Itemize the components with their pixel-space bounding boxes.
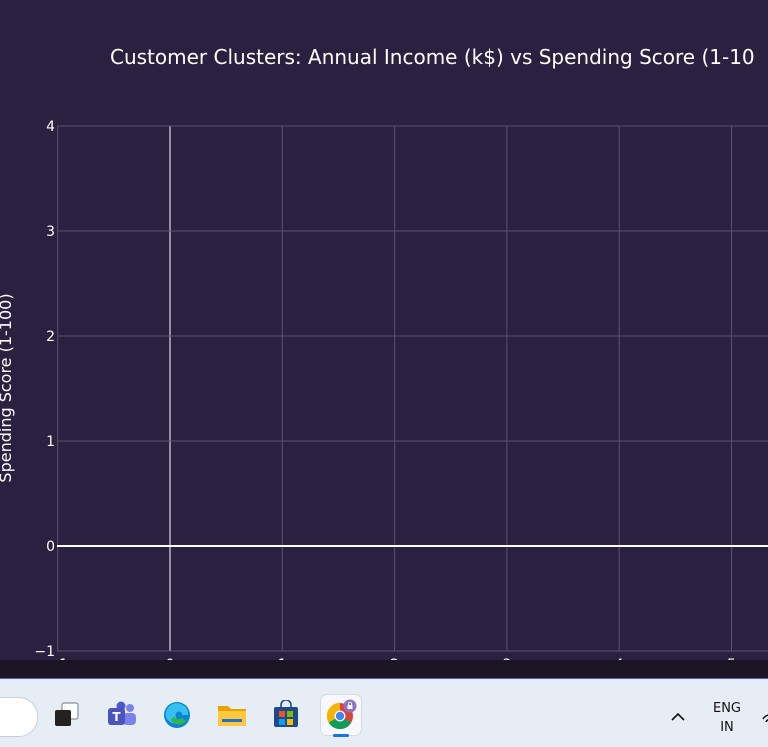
y-tick-labels: 43210−1 bbox=[34, 119, 55, 660]
search-box[interactable] bbox=[0, 697, 38, 737]
language-label: ENG bbox=[712, 701, 741, 716]
task-view-icon bbox=[55, 702, 79, 726]
store-icon bbox=[274, 700, 298, 727]
y-tick-label: 3 bbox=[46, 224, 55, 240]
teams-icon: T bbox=[108, 701, 136, 725]
store-button[interactable] bbox=[266, 695, 306, 735]
file-explorer-button[interactable] bbox=[212, 695, 252, 735]
wifi-icon[interactable] bbox=[760, 707, 768, 727]
chrome-icon bbox=[326, 699, 357, 730]
teams-button[interactable]: T bbox=[102, 695, 142, 735]
y-tick-label: 4 bbox=[46, 119, 55, 135]
y-tick-label: 0 bbox=[46, 539, 55, 555]
browser-window-edge bbox=[0, 660, 768, 679]
edge-button[interactable] bbox=[157, 695, 197, 735]
y-axis-title: Spending Score (1-100) bbox=[0, 293, 15, 482]
plot-area: Customer Clusters: Annual Income (k$) vs… bbox=[0, 0, 768, 660]
input-region-label: IN bbox=[720, 720, 734, 735]
y-tick-label: 2 bbox=[46, 329, 55, 345]
task-view-button[interactable] bbox=[46, 695, 86, 735]
edge-icon bbox=[164, 702, 190, 728]
y-tick-label: 1 bbox=[46, 434, 55, 450]
chrome-button[interactable] bbox=[321, 695, 361, 737]
grid-lines bbox=[57, 125, 768, 652]
chart-title: Customer Clusters: Annual Income (k$) vs… bbox=[110, 45, 755, 69]
language-indicator[interactable]: ENG IN bbox=[704, 699, 750, 737]
svg-text:T: T bbox=[112, 710, 121, 724]
active-app-indicator bbox=[333, 734, 349, 737]
chevron-up-icon[interactable] bbox=[668, 707, 688, 727]
chart: Customer Clusters: Annual Income (k$) vs… bbox=[0, 45, 768, 660]
taskbar: T ENG IN bbox=[0, 679, 768, 747]
folder-icon bbox=[218, 706, 246, 726]
